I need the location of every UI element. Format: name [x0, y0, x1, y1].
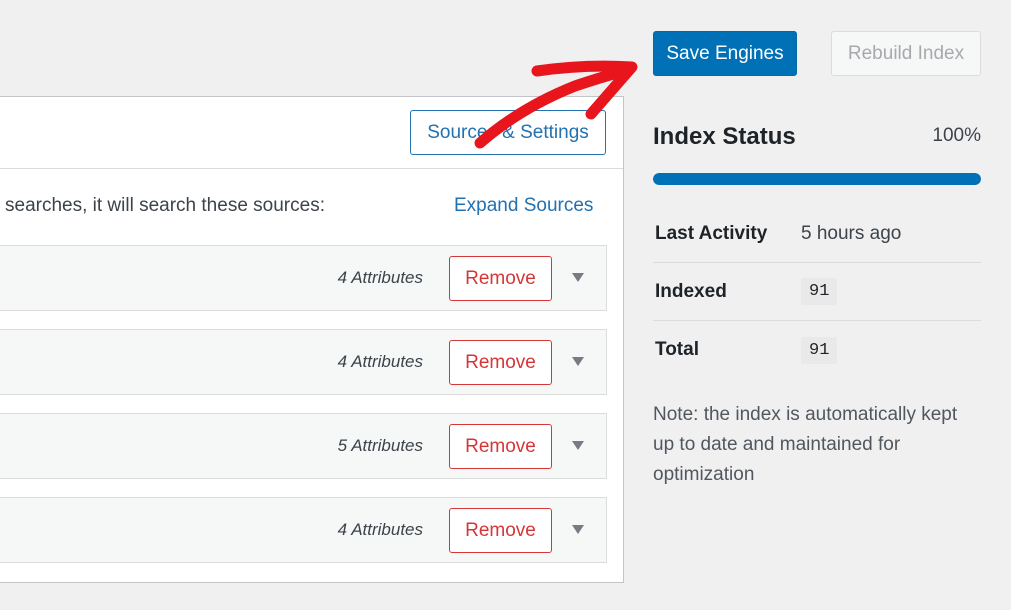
- stat-indexed: Indexed 91: [653, 263, 981, 321]
- remove-source-button[interactable]: Remove: [449, 424, 552, 469]
- caret-down-icon[interactable]: [572, 525, 584, 534]
- expand-sources-link[interactable]: Expand Sources: [454, 195, 593, 217]
- attribute-count: 5 Attributes: [337, 436, 423, 455]
- sources-description: searches, it will search these sources:: [5, 195, 325, 216]
- search-engine-page: Save Engines Rebuild Index Sources & Set…: [0, 0, 1011, 610]
- index-status-title: Index Status: [653, 123, 796, 150]
- stat-badge: 91: [801, 336, 838, 364]
- remove-source-button[interactable]: Remove: [449, 340, 552, 385]
- stat-value: 5 hours ago: [801, 222, 902, 244]
- index-note: Note: the index is automatically kept up…: [653, 404, 958, 485]
- engine-panel: Sources & Settings searches, it will sea…: [0, 96, 624, 583]
- rebuild-index-button[interactable]: Rebuild Index: [831, 31, 981, 76]
- caret-down-icon[interactable]: [572, 441, 584, 450]
- attribute-count: 4 Attributes: [337, 268, 423, 287]
- stat-label: Indexed: [655, 280, 727, 302]
- index-progress-bar: [653, 173, 981, 185]
- caret-down-icon[interactable]: [572, 357, 584, 366]
- stat-last-activity: Last Activity 5 hours ago: [653, 205, 981, 263]
- remove-source-button[interactable]: Remove: [449, 256, 552, 301]
- save-engines-button[interactable]: Save Engines: [653, 31, 797, 76]
- index-status-percent: 100%: [932, 125, 981, 146]
- sources-settings-button[interactable]: Sources & Settings: [410, 110, 606, 155]
- caret-down-icon[interactable]: [572, 273, 584, 282]
- index-progress-fill: [653, 173, 981, 185]
- stat-label: Total: [655, 339, 699, 360]
- source-row[interactable]: 5 Attributes Remove: [0, 413, 607, 479]
- source-row[interactable]: 4 Attributes Remove: [0, 245, 607, 311]
- source-row[interactable]: 4 Attributes Remove: [0, 497, 607, 563]
- engine-panel-header: Sources & Settings: [0, 97, 623, 169]
- stat-badge: 91: [801, 278, 838, 305]
- attribute-count: 4 Attributes: [337, 352, 423, 371]
- attribute-count: 4 Attributes: [337, 520, 423, 539]
- source-row[interactable]: 4 Attributes Remove: [0, 329, 607, 395]
- stat-label: Last Activity: [655, 222, 768, 244]
- remove-source-button[interactable]: Remove: [449, 508, 552, 553]
- stat-total: Total 91: [653, 321, 981, 379]
